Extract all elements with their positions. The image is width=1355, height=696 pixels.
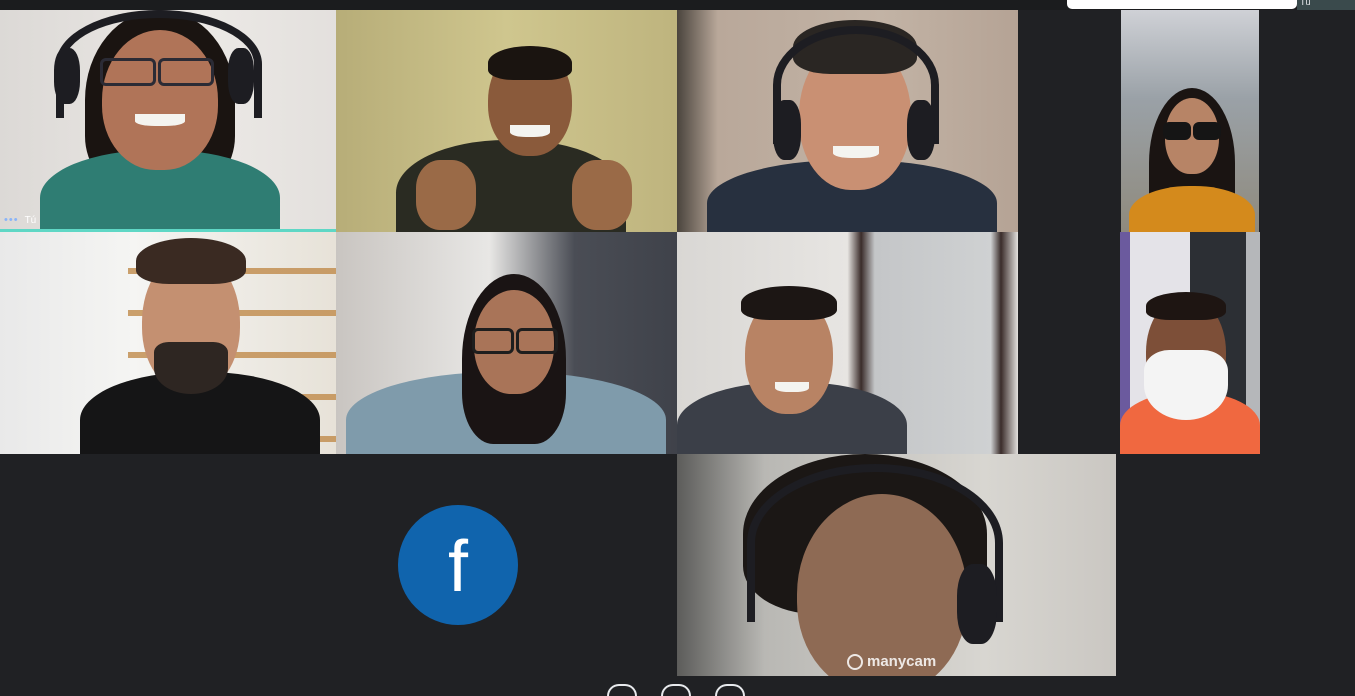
participant-video — [1120, 232, 1260, 454]
camera-button[interactable] — [715, 684, 745, 696]
participant-tile-9[interactable]: f — [239, 454, 677, 676]
participant-name: ••• Tú — [4, 214, 36, 226]
manycam-watermark: manycam — [847, 653, 936, 670]
end-call-button[interactable] — [661, 684, 691, 696]
participant-tile-3[interactable] — [677, 10, 1018, 232]
watermark-text: manycam — [867, 653, 937, 670]
avatar-letter: f — [447, 527, 468, 607]
top-notification-bar — [1067, 0, 1297, 9]
participant-tile-7[interactable] — [677, 232, 1018, 454]
call-controls-bar — [605, 684, 755, 696]
microphone-button[interactable] — [607, 684, 637, 696]
participant-tile-6[interactable] — [336, 232, 677, 454]
participant-tile-8[interactable] — [1120, 232, 1260, 454]
participant-avatar: f — [398, 505, 518, 625]
more-options-icon[interactable]: ••• — [4, 214, 19, 226]
participant-video — [70, 232, 330, 454]
participant-tile-1[interactable]: ••• Tú — [0, 10, 336, 232]
self-view-thumbnail[interactable]: Tú — [1297, 0, 1355, 10]
participant-tile-4[interactable] — [1121, 10, 1259, 232]
participant-tile-2[interactable] — [336, 10, 677, 232]
participant-tile-5[interactable] — [0, 232, 336, 454]
participant-video — [707, 10, 997, 232]
participant-video — [1121, 10, 1259, 232]
participant-video — [677, 232, 1018, 454]
participant-tile-10[interactable]: manycam — [677, 454, 1116, 676]
self-view-label: Tú — [1300, 0, 1311, 7]
participant-video — [336, 232, 677, 454]
participant-name-text: Tú — [24, 214, 37, 226]
manycam-logo-icon — [847, 653, 863, 670]
participant-video — [40, 10, 280, 232]
participant-video — [737, 454, 1057, 676]
participant-video — [376, 10, 646, 232]
